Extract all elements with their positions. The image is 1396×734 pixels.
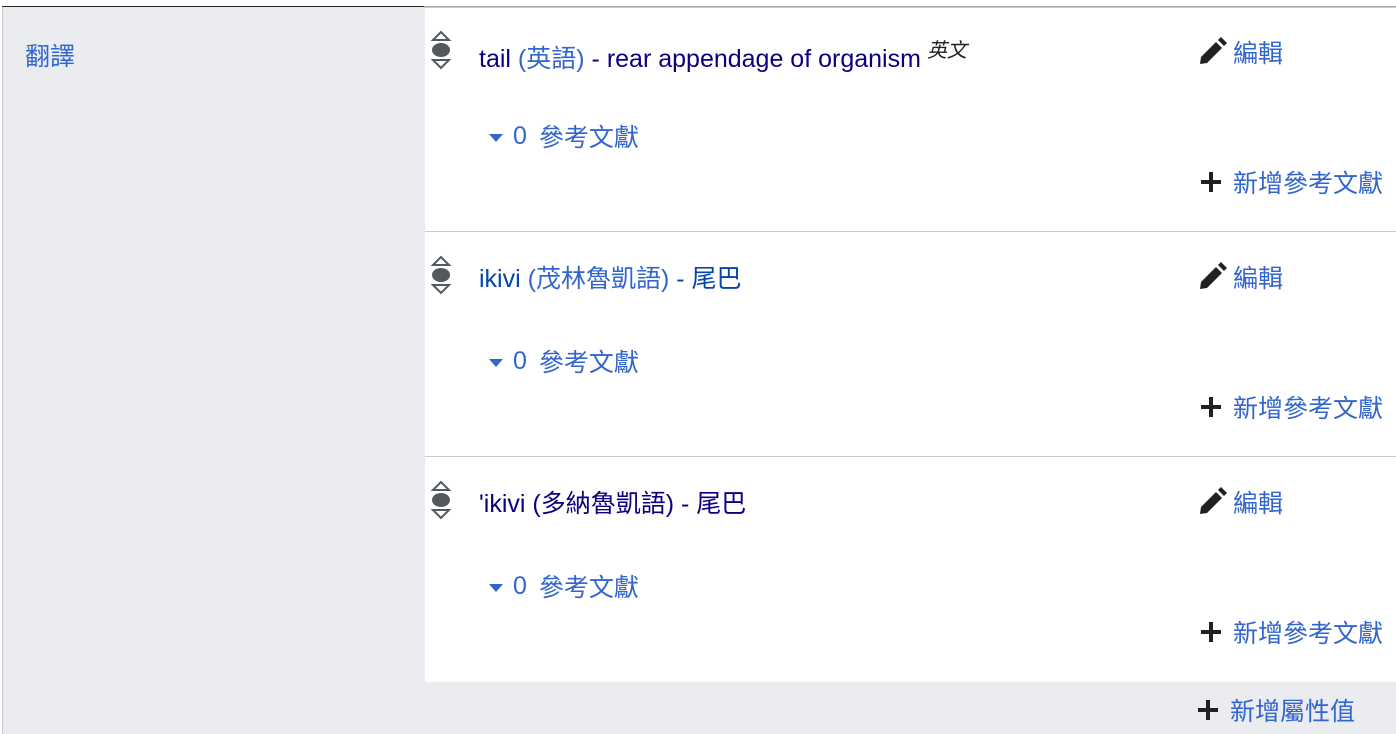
add-value-button[interactable]: 新增屬性值 xyxy=(1198,692,1355,728)
statement: tail (英語) - rear appendage of organism 英文… xyxy=(425,8,1396,232)
gloss-separator: - xyxy=(676,265,685,293)
gloss-text[interactable]: 尾巴 xyxy=(696,490,746,518)
pencil-icon xyxy=(1200,487,1227,514)
top-border-light xyxy=(424,7,1396,8)
property-label-link[interactable]: 翻譯 xyxy=(25,37,75,73)
statement: 'ikivi (多納魯凱語) - 尾巴 編輯 0 參考文獻 新增參考文獻 xyxy=(425,458,1396,682)
add-reference-button[interactable]: 新增參考文獻 xyxy=(1201,164,1383,200)
language-link[interactable]: 英語 xyxy=(526,45,576,73)
plus-icon xyxy=(1201,397,1221,417)
plus-icon xyxy=(1201,172,1221,192)
language-paren-open: ( xyxy=(532,490,541,518)
lemma-link[interactable]: tail xyxy=(479,45,511,73)
gloss-text[interactable]: rear appendage of organism xyxy=(607,45,921,73)
references-toggle[interactable]: 0 參考文獻 xyxy=(489,118,639,154)
add-value-label: 新增屬性值 xyxy=(1230,698,1356,726)
references-count: 0 xyxy=(513,121,527,150)
statement-group: 翻譯 tail (英語) - rear appendage of organis… xyxy=(2,6,1396,734)
rank-normal-icon[interactable] xyxy=(430,28,452,72)
rank-normal-icon[interactable] xyxy=(430,253,452,297)
lemma-link[interactable]: 'ikivi xyxy=(479,490,525,518)
statement-value: tail (英語) - rear appendage of organism 英文 xyxy=(479,34,967,75)
add-reference-label: 新增參考文獻 xyxy=(1233,395,1384,423)
edit-label: 編輯 xyxy=(1233,490,1284,518)
references-count: 0 xyxy=(513,346,527,375)
references-toggle[interactable]: 0 參考文獻 xyxy=(489,568,639,604)
add-reference-label: 新增參考文獻 xyxy=(1233,620,1384,648)
caret-down-icon xyxy=(489,359,503,367)
pencil-icon xyxy=(1200,262,1227,289)
plus-icon xyxy=(1201,622,1221,642)
edit-button[interactable]: 編輯 xyxy=(1197,34,1283,70)
language-link[interactable]: 茂林魯凱語 xyxy=(536,265,661,293)
language-paren-close: ) xyxy=(660,265,670,293)
references-label: 參考文獻 xyxy=(538,574,639,602)
rank-normal-icon[interactable] xyxy=(430,478,452,522)
language-paren-open: ( xyxy=(527,265,536,293)
references-label: 參考文獻 xyxy=(538,124,639,152)
add-reference-button[interactable]: 新增參考文獻 xyxy=(1201,614,1383,650)
caret-down-icon xyxy=(489,134,503,142)
gloss-text[interactable]: 尾巴 xyxy=(692,265,742,293)
language-paren-open: ( xyxy=(517,45,527,73)
statement-list: tail (英語) - rear appendage of organism 英文… xyxy=(425,8,1396,682)
references-label: 參考文獻 xyxy=(538,349,639,377)
plus-icon xyxy=(1198,700,1218,720)
gloss-separator: - xyxy=(681,490,690,518)
references-count: 0 xyxy=(513,571,527,600)
language-paren-close: ) xyxy=(576,45,585,73)
add-reference-button[interactable]: 新增參考文獻 xyxy=(1201,389,1383,425)
property-label-cell: 翻譯 xyxy=(3,7,425,734)
pencil-icon xyxy=(1200,37,1227,64)
statement: ikivi (茂林魯凱語) - 尾巴 編輯 0 參考文獻 新增參考文獻 xyxy=(425,233,1396,457)
edit-label: 編輯 xyxy=(1233,265,1284,293)
caret-down-icon xyxy=(489,584,503,592)
gloss-separator: - xyxy=(591,45,600,73)
lemma-link[interactable]: ikivi xyxy=(479,265,521,293)
language-link[interactable]: 多納魯凱語 xyxy=(541,490,666,518)
references-toggle[interactable]: 0 參考文獻 xyxy=(489,343,639,379)
statement-value: 'ikivi (多納魯凱語) - 尾巴 xyxy=(479,484,746,520)
gloss-language: 英文 xyxy=(926,38,967,62)
add-reference-label: 新增參考文獻 xyxy=(1233,170,1384,198)
top-border xyxy=(2,6,424,7)
language-paren-close: ) xyxy=(665,490,675,518)
edit-button[interactable]: 編輯 xyxy=(1197,484,1283,520)
edit-button[interactable]: 編輯 xyxy=(1197,259,1283,295)
edit-label: 編輯 xyxy=(1233,40,1284,68)
statement-value: ikivi (茂林魯凱語) - 尾巴 xyxy=(479,259,742,295)
